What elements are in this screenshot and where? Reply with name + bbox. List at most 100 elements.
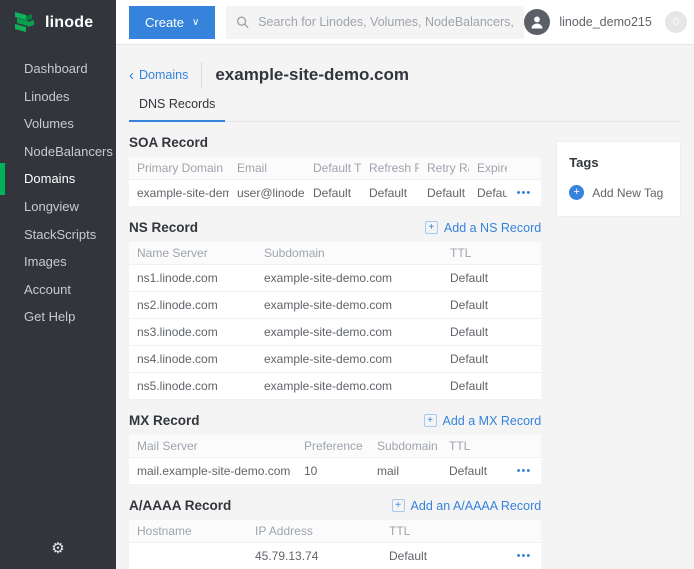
main-content: ‹ Domains example-site-demo.com DNS Reco… (116, 45, 694, 569)
row-actions-ellipsis-icon[interactable]: ••• (507, 458, 541, 485)
sidebar-item-account[interactable]: Account (0, 276, 116, 304)
sidebar-item-longview[interactable]: Longview (0, 193, 116, 221)
tab-dns-records[interactable]: DNS Records (129, 97, 225, 122)
linode-logo[interactable]: linode (0, 0, 116, 45)
column-header-actions (507, 520, 541, 543)
column-header-actions (507, 157, 541, 180)
sidebar-item-dashboard[interactable]: Dashboard (0, 55, 116, 83)
column-header: Expire Time (469, 157, 507, 180)
sidebar-item-domains[interactable]: Domains (0, 165, 116, 193)
breadcrumb: ‹ Domains example-site-demo.com (129, 62, 681, 88)
table-row: ns4.linode.comexample-site-demo.comDefau… (129, 346, 541, 373)
sidebar-item-volumes[interactable]: Volumes (0, 110, 116, 138)
plus-box-icon: + (424, 414, 437, 427)
column-header: Hostname (129, 520, 247, 543)
table-row: example-site-demo.comuser@linode.comDefa… (129, 180, 541, 207)
add-new-tag-label: Add New Tag (592, 186, 663, 200)
column-header: TTL (441, 435, 507, 458)
table-row: ns3.linode.comexample-site-demo.comDefau… (129, 319, 541, 346)
section-header: SOA Record (129, 134, 541, 151)
settings-gear-icon[interactable]: ⚙ (0, 539, 116, 557)
breadcrumb-back-label: Domains (139, 68, 188, 82)
row-actions-ellipsis-icon[interactable]: ••• (507, 543, 541, 569)
column-header: IP Address (247, 520, 381, 543)
table-cell: ns4.linode.com (129, 346, 256, 373)
table-cell: example-site-demo.com (256, 319, 442, 346)
table-cell: example-site-demo.com (256, 346, 442, 373)
breadcrumb-divider (201, 62, 202, 88)
column-header: Preference (296, 435, 369, 458)
table-cell: Default (442, 319, 541, 346)
sidebar: linode DashboardLinodesVolumesNodeBalanc… (0, 0, 116, 569)
chevron-left-icon: ‹ (129, 68, 134, 83)
section-header: MX Record + Add a MX Record (129, 412, 541, 429)
section-title: MX Record (129, 413, 200, 428)
column-header: Retry Rate (419, 157, 469, 180)
sidebar-item-linodes[interactable]: Linodes (0, 83, 116, 111)
create-button-label: Create (145, 15, 184, 30)
records-table: Name ServerSubdomainTTLns1.linode.comexa… (129, 242, 541, 400)
table-row: ns2.linode.comexample-site-demo.comDefau… (129, 292, 541, 319)
column-header: Email (229, 157, 305, 180)
person-icon (529, 14, 545, 30)
table-cell: ns3.linode.com (129, 319, 256, 346)
notification-count-badge[interactable]: 0 (665, 11, 687, 33)
add-record-link[interactable]: +Add an A/AAAA Record (392, 499, 542, 513)
section-title: A/AAAA Record (129, 498, 231, 513)
table-cell: ns1.linode.com (129, 265, 256, 292)
plus-box-icon: + (425, 221, 438, 234)
table-cell: Default (442, 346, 541, 373)
column-header-actions (507, 435, 541, 458)
plus-box-icon: + (392, 499, 405, 512)
table-row: ns5.linode.comexample-site-demo.comDefau… (129, 373, 541, 400)
table-cell: 10 (296, 458, 369, 485)
section-header: A/AAAA Record +Add an A/AAAA Record (129, 497, 541, 514)
chevron-down-icon: ∨ (192, 17, 199, 28)
search-input[interactable] (258, 15, 514, 29)
global-search[interactable] (226, 6, 524, 39)
column-header: Refresh Rate (361, 157, 419, 180)
table-cell: Default (442, 265, 541, 292)
records-table: Mail ServerPreferenceSubdomainTTLmail.ex… (129, 435, 541, 485)
breadcrumb-back-link[interactable]: ‹ Domains (129, 68, 188, 83)
records-table: Primary DomainEmailDefault TTLRefresh Ra… (129, 157, 541, 207)
search-icon (236, 15, 250, 30)
section-title: SOA Record (129, 135, 208, 150)
table-cell: mail.example-site-demo.com (129, 458, 296, 485)
add-new-tag-button[interactable]: + Add New Tag (569, 185, 668, 200)
sidebar-item-nodebalancers[interactable]: NodeBalancers (0, 138, 116, 166)
sidebar-item-get-help[interactable]: Get Help (0, 303, 116, 331)
column-header: Default TTL (305, 157, 361, 180)
table-cell: example-site-demo.com (256, 373, 442, 400)
column-header: Name Server (129, 242, 256, 265)
column-header: Subdomain (256, 242, 442, 265)
row-actions-ellipsis-icon[interactable]: ••• (507, 180, 541, 207)
plus-circle-icon: + (569, 185, 584, 200)
header-right: linode_demo215 0 (524, 9, 694, 35)
add-record-link[interactable]: + Add a NS Record (425, 221, 541, 235)
table-row: ns1.linode.comexample-site-demo.comDefau… (129, 265, 541, 292)
table-cell: Default (419, 180, 469, 207)
table-cell: ns5.linode.com (129, 373, 256, 400)
add-record-label: Add a MX Record (443, 414, 542, 428)
table-cell: ns2.linode.com (129, 292, 256, 319)
content-area: SOA Record Primary DomainEmailDefault TTL… (129, 122, 681, 569)
add-record-label: Add a NS Record (444, 221, 541, 235)
user-avatar[interactable] (524, 9, 550, 35)
sidebar-item-images[interactable]: Images (0, 248, 116, 276)
section-header: NS Record+Add a NS Record (129, 219, 541, 236)
page-title: example-site-demo.com (215, 65, 409, 85)
table-cell: mail (369, 458, 441, 485)
table-row: 45.79.13.74Default••• (129, 543, 541, 569)
sidebar-item-stackscripts[interactable]: StackScripts (0, 221, 116, 249)
table-cell: Default (305, 180, 361, 207)
table-row: mail.example-site-demo.com10mailDefault•… (129, 458, 541, 485)
table-cell (129, 543, 247, 569)
linode-logo-icon (13, 10, 37, 35)
table-cell: Default (469, 180, 507, 207)
records-table: HostnameIP AddressTTL45.79.13.74Default•… (129, 520, 541, 569)
username[interactable]: linode_demo215 (559, 15, 651, 29)
add-record-link[interactable]: + Add a MX Record (424, 414, 542, 428)
tags-panel-title: Tags (569, 155, 668, 170)
create-button[interactable]: Create ∨ (129, 6, 215, 39)
